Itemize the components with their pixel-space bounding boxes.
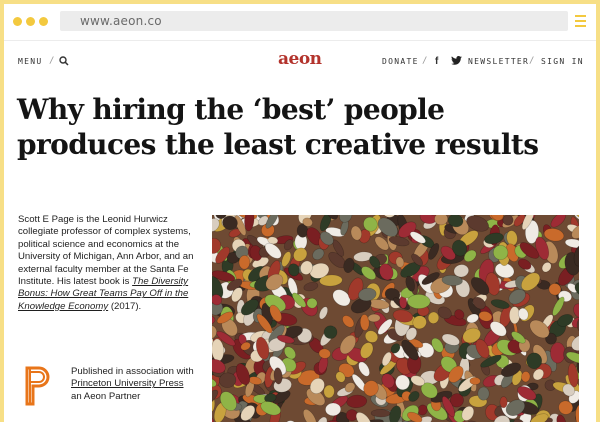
minimize-window-dot[interactable] bbox=[26, 17, 35, 26]
bean-shape bbox=[358, 361, 370, 377]
sign-in-link[interactable]: SIGN IN bbox=[541, 57, 584, 66]
bean-shape bbox=[364, 330, 379, 343]
maximize-window-dot[interactable] bbox=[39, 17, 48, 26]
bean-shape bbox=[469, 377, 481, 385]
bean-shape bbox=[212, 314, 216, 325]
twitter-icon[interactable] bbox=[451, 56, 462, 65]
bean-shape bbox=[502, 215, 514, 226]
bean-shape bbox=[526, 352, 543, 369]
close-window-dot[interactable] bbox=[13, 17, 22, 26]
article-hero-image-beans bbox=[212, 215, 579, 422]
bean-shape bbox=[550, 342, 566, 364]
article-title: Why hiring the ‘best’ people produces th… bbox=[17, 92, 577, 162]
browser-window: www.aeon.co MENU / aeon DONATE / f NEWSL… bbox=[4, 4, 596, 422]
published-in-association-text: Published in association with bbox=[71, 366, 194, 377]
bean-shape bbox=[370, 409, 391, 418]
publisher-text: Published in association with Princeton … bbox=[71, 366, 211, 403]
bean-shape bbox=[323, 384, 335, 399]
book-year: (2017). bbox=[110, 300, 142, 312]
bean-shape bbox=[302, 409, 317, 422]
princeton-press-link[interactable]: Princeton University Press bbox=[71, 378, 184, 389]
nav-separator: / bbox=[422, 56, 428, 66]
nav-separator: / bbox=[529, 56, 535, 66]
url-text: www.aeon.co bbox=[80, 14, 162, 28]
newsletter-link[interactable]: NEWSLETTER bbox=[468, 57, 529, 66]
bean-shape bbox=[303, 281, 319, 292]
bean-shape bbox=[499, 396, 508, 409]
search-icon[interactable] bbox=[59, 56, 69, 66]
bean-shape bbox=[316, 416, 328, 422]
nav-separator: / bbox=[49, 56, 55, 66]
beans-photo bbox=[212, 215, 579, 422]
princeton-university-press-logo-icon[interactable] bbox=[25, 366, 51, 406]
site-navigation: MENU / aeon DONATE / f NEWSLETTER / SIGN… bbox=[4, 41, 596, 77]
bean-shape bbox=[367, 313, 381, 323]
author-bio: Scott E Page is the Leonid Hurwicz colle… bbox=[18, 214, 198, 313]
address-bar[interactable]: www.aeon.co bbox=[60, 11, 568, 31]
bean-shape bbox=[284, 420, 298, 422]
bean-shape bbox=[490, 299, 510, 309]
bean-shape bbox=[521, 371, 531, 383]
article-title-line: produces the least creative results bbox=[17, 128, 539, 161]
aeon-logo[interactable]: aeon bbox=[278, 49, 322, 69]
donate-link[interactable]: DONATE bbox=[382, 57, 419, 66]
bean-shape bbox=[434, 215, 448, 226]
hamburger-menu-icon[interactable] bbox=[575, 15, 586, 28]
browser-toolbar: www.aeon.co bbox=[4, 4, 596, 41]
bean-shape bbox=[342, 315, 355, 328]
partner-suffix: an Aeon Partner bbox=[71, 390, 141, 402]
facebook-icon[interactable]: f bbox=[435, 56, 440, 67]
bean-shape bbox=[550, 215, 567, 228]
bean-shape bbox=[564, 238, 579, 249]
bean-shape bbox=[427, 311, 440, 324]
bean-shape bbox=[477, 386, 490, 401]
article-title-line: Why hiring the ‘best’ people bbox=[17, 93, 445, 126]
bean-shape bbox=[238, 255, 251, 270]
bean-shape bbox=[346, 394, 368, 409]
bean-shape bbox=[407, 294, 431, 309]
menu-link[interactable]: MENU bbox=[18, 57, 42, 66]
bean-shape bbox=[573, 303, 579, 318]
bean-shape bbox=[319, 306, 328, 320]
